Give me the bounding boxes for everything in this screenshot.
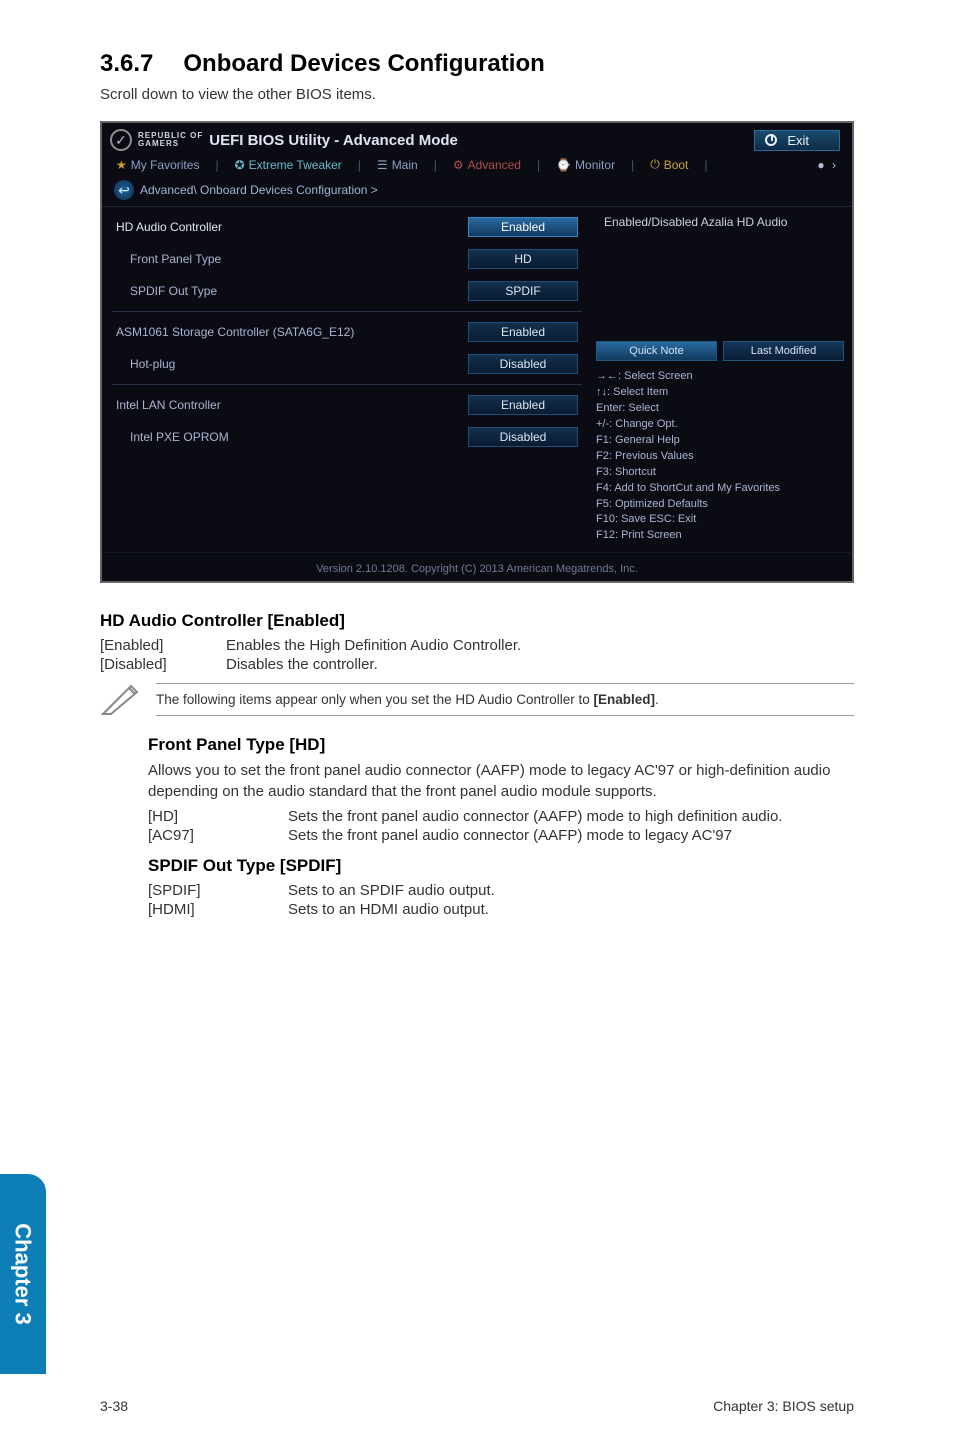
menu-monitor[interactable]: ⌚Monitor [556, 158, 615, 172]
spdif-hdmi-key: [HDMI] [148, 901, 228, 918]
boot-icon: ⏻ [650, 157, 660, 172]
row-asm-storage[interactable]: ASM1061 Storage Controller (SATA6G_E12) … [112, 316, 582, 348]
spdif-label: SPDIF Out Type [116, 284, 217, 298]
front-ac97-key: [AC97] [148, 827, 228, 844]
bios-screenshot: ✓ REPUBLIC OF GAMERS UEFI BIOS Utility -… [100, 121, 854, 583]
side-tab-label: Chapter 3 [10, 1223, 36, 1324]
spdif-spdif-val: Sets to an SPDIF audio output. [288, 882, 854, 899]
row-spdif[interactable]: SPDIF Out Type SPDIF [112, 275, 582, 312]
front-panel-para: Allows you to set the front panel audio … [148, 761, 854, 802]
row-hotplug[interactable]: Hot-plug Disabled [112, 348, 582, 385]
section-number: 3.6.7 [100, 50, 153, 77]
front-panel-heading: Front Panel Type [HD] [148, 735, 854, 755]
menu-advanced[interactable]: ⚙Advanced [453, 158, 521, 172]
intel-pxe-label: Intel PXE OPROM [116, 430, 229, 444]
exit-label: Exit [787, 133, 809, 148]
help-text: Enabled/Disabled Azalia HD Audio [604, 215, 836, 229]
row-intel-pxe[interactable]: Intel PXE OPROM Disabled [112, 421, 582, 507]
front-panel-value[interactable]: HD [468, 249, 578, 269]
monitor-icon: ⌚ [556, 158, 571, 172]
front-hd-val: Sets the front panel audio connector (AA… [288, 808, 854, 825]
section-title-text: Onboard Devices Configuration [183, 50, 544, 77]
asm-storage-value[interactable]: Enabled [468, 322, 578, 342]
page-number: 3-38 [100, 1398, 128, 1414]
spdif-spdif-key: [SPDIF] [148, 882, 228, 899]
hd-enabled-val: Enables the High Definition Audio Contro… [226, 637, 521, 654]
hd-enabled-key: [Enabled] [100, 637, 190, 654]
menu-more[interactable]: ● › [817, 158, 838, 172]
hd-enabled-row: [Enabled] Enables the High Definition Au… [100, 637, 854, 654]
hd-audio-heading: HD Audio Controller [Enabled] [100, 611, 854, 631]
breadcrumb: ↩ Advanced\ Onboard Devices Configuratio… [102, 178, 852, 207]
page-footer: 3-38 Chapter 3: BIOS setup [100, 1398, 854, 1414]
asm-storage-label: ASM1061 Storage Controller (SATA6G_E12) [116, 325, 354, 339]
front-panel-label: Front Panel Type [116, 252, 221, 266]
intel-lan-label: Intel LAN Controller [116, 398, 221, 412]
bios-titlebar: ✓ REPUBLIC OF GAMERS UEFI BIOS Utility -… [102, 123, 852, 153]
hd-disabled-key: [Disabled] [100, 656, 190, 673]
spdif-hdmi-val: Sets to an HDMI audio output. [288, 901, 854, 918]
note-block: The following items appear only when you… [100, 683, 854, 717]
bios-help-pane: Enabled/Disabled Azalia HD Audio Quick N… [592, 207, 852, 552]
gear-icon: ⚙ [453, 158, 464, 172]
menu-tweaker[interactable]: ✪Extreme Tweaker [235, 158, 342, 172]
menu-boot[interactable]: ⏻Boot [650, 157, 688, 172]
breadcrumb-text: Advanced\ Onboard Devices Configuration … [140, 183, 378, 197]
logo-line2: GAMERS [138, 140, 203, 148]
tweaker-icon: ✪ [235, 158, 245, 172]
hotplug-value[interactable]: Disabled [468, 354, 578, 374]
star-icon: ★ [116, 158, 127, 172]
front-hd-key: [HD] [148, 808, 228, 825]
quick-note-button[interactable]: Quick Note [596, 341, 717, 361]
spdif-heading: SPDIF Out Type [SPDIF] [148, 856, 854, 876]
footer-chapter: Chapter 3: BIOS setup [713, 1398, 854, 1414]
intel-lan-value[interactable]: Enabled [468, 395, 578, 415]
row-intel-lan[interactable]: Intel LAN Controller Enabled [112, 389, 582, 421]
hd-disabled-row: [Disabled] Disables the controller. [100, 656, 854, 673]
bios-menubar: ★My Favorites | ✪Extreme Tweaker | ☰Main… [102, 153, 852, 178]
power-icon [765, 134, 777, 146]
hd-disabled-val: Disables the controller. [226, 656, 378, 673]
front-ac97-val: Sets the front panel audio connector (AA… [288, 827, 854, 844]
back-icon[interactable]: ↩ [114, 180, 134, 200]
bios-logo: ✓ REPUBLIC OF GAMERS UEFI BIOS Utility -… [110, 129, 458, 151]
front-hd-row: [HD] Sets the front panel audio connecto… [148, 808, 854, 825]
note-icon [100, 683, 142, 717]
front-ac97-row: [AC97] Sets the front panel audio connec… [148, 827, 854, 844]
menu-main[interactable]: ☰Main [377, 158, 418, 172]
bios-title: UEFI BIOS Utility - Advanced Mode [209, 132, 458, 149]
list-icon: ☰ [377, 158, 388, 172]
section-heading: 3.6.7 Onboard Devices Configuration [100, 50, 854, 78]
chapter-side-tab: Chapter 3 [0, 1174, 46, 1374]
exit-button[interactable]: Exit [754, 130, 840, 151]
last-modified-button[interactable]: Last Modified [723, 341, 844, 361]
bios-version-footer: Version 2.10.1208. Copyright (C) 2013 Am… [102, 552, 852, 581]
intel-pxe-value[interactable]: Disabled [468, 427, 578, 447]
intro-text: Scroll down to view the other BIOS items… [100, 86, 854, 103]
hd-audio-label: HD Audio Controller [116, 220, 222, 234]
hotplug-label: Hot-plug [116, 357, 175, 371]
key-hints: →←: Select Screen ↑↓: Select Item Enter:… [596, 369, 844, 544]
note-text: The following items appear only when you… [156, 683, 854, 716]
row-hd-audio[interactable]: HD Audio Controller Enabled [112, 211, 582, 243]
check-icon: ✓ [110, 129, 132, 151]
menu-favorites[interactable]: ★My Favorites [116, 158, 199, 172]
spdif-hdmi-row: [HDMI] Sets to an HDMI audio output. [148, 901, 854, 918]
hd-audio-value[interactable]: Enabled [468, 217, 578, 237]
bios-settings-pane: HD Audio Controller Enabled Front Panel … [102, 207, 592, 552]
spdif-spdif-row: [SPDIF] Sets to an SPDIF audio output. [148, 882, 854, 899]
spdif-value[interactable]: SPDIF [468, 281, 578, 301]
row-front-panel[interactable]: Front Panel Type HD [112, 243, 582, 275]
